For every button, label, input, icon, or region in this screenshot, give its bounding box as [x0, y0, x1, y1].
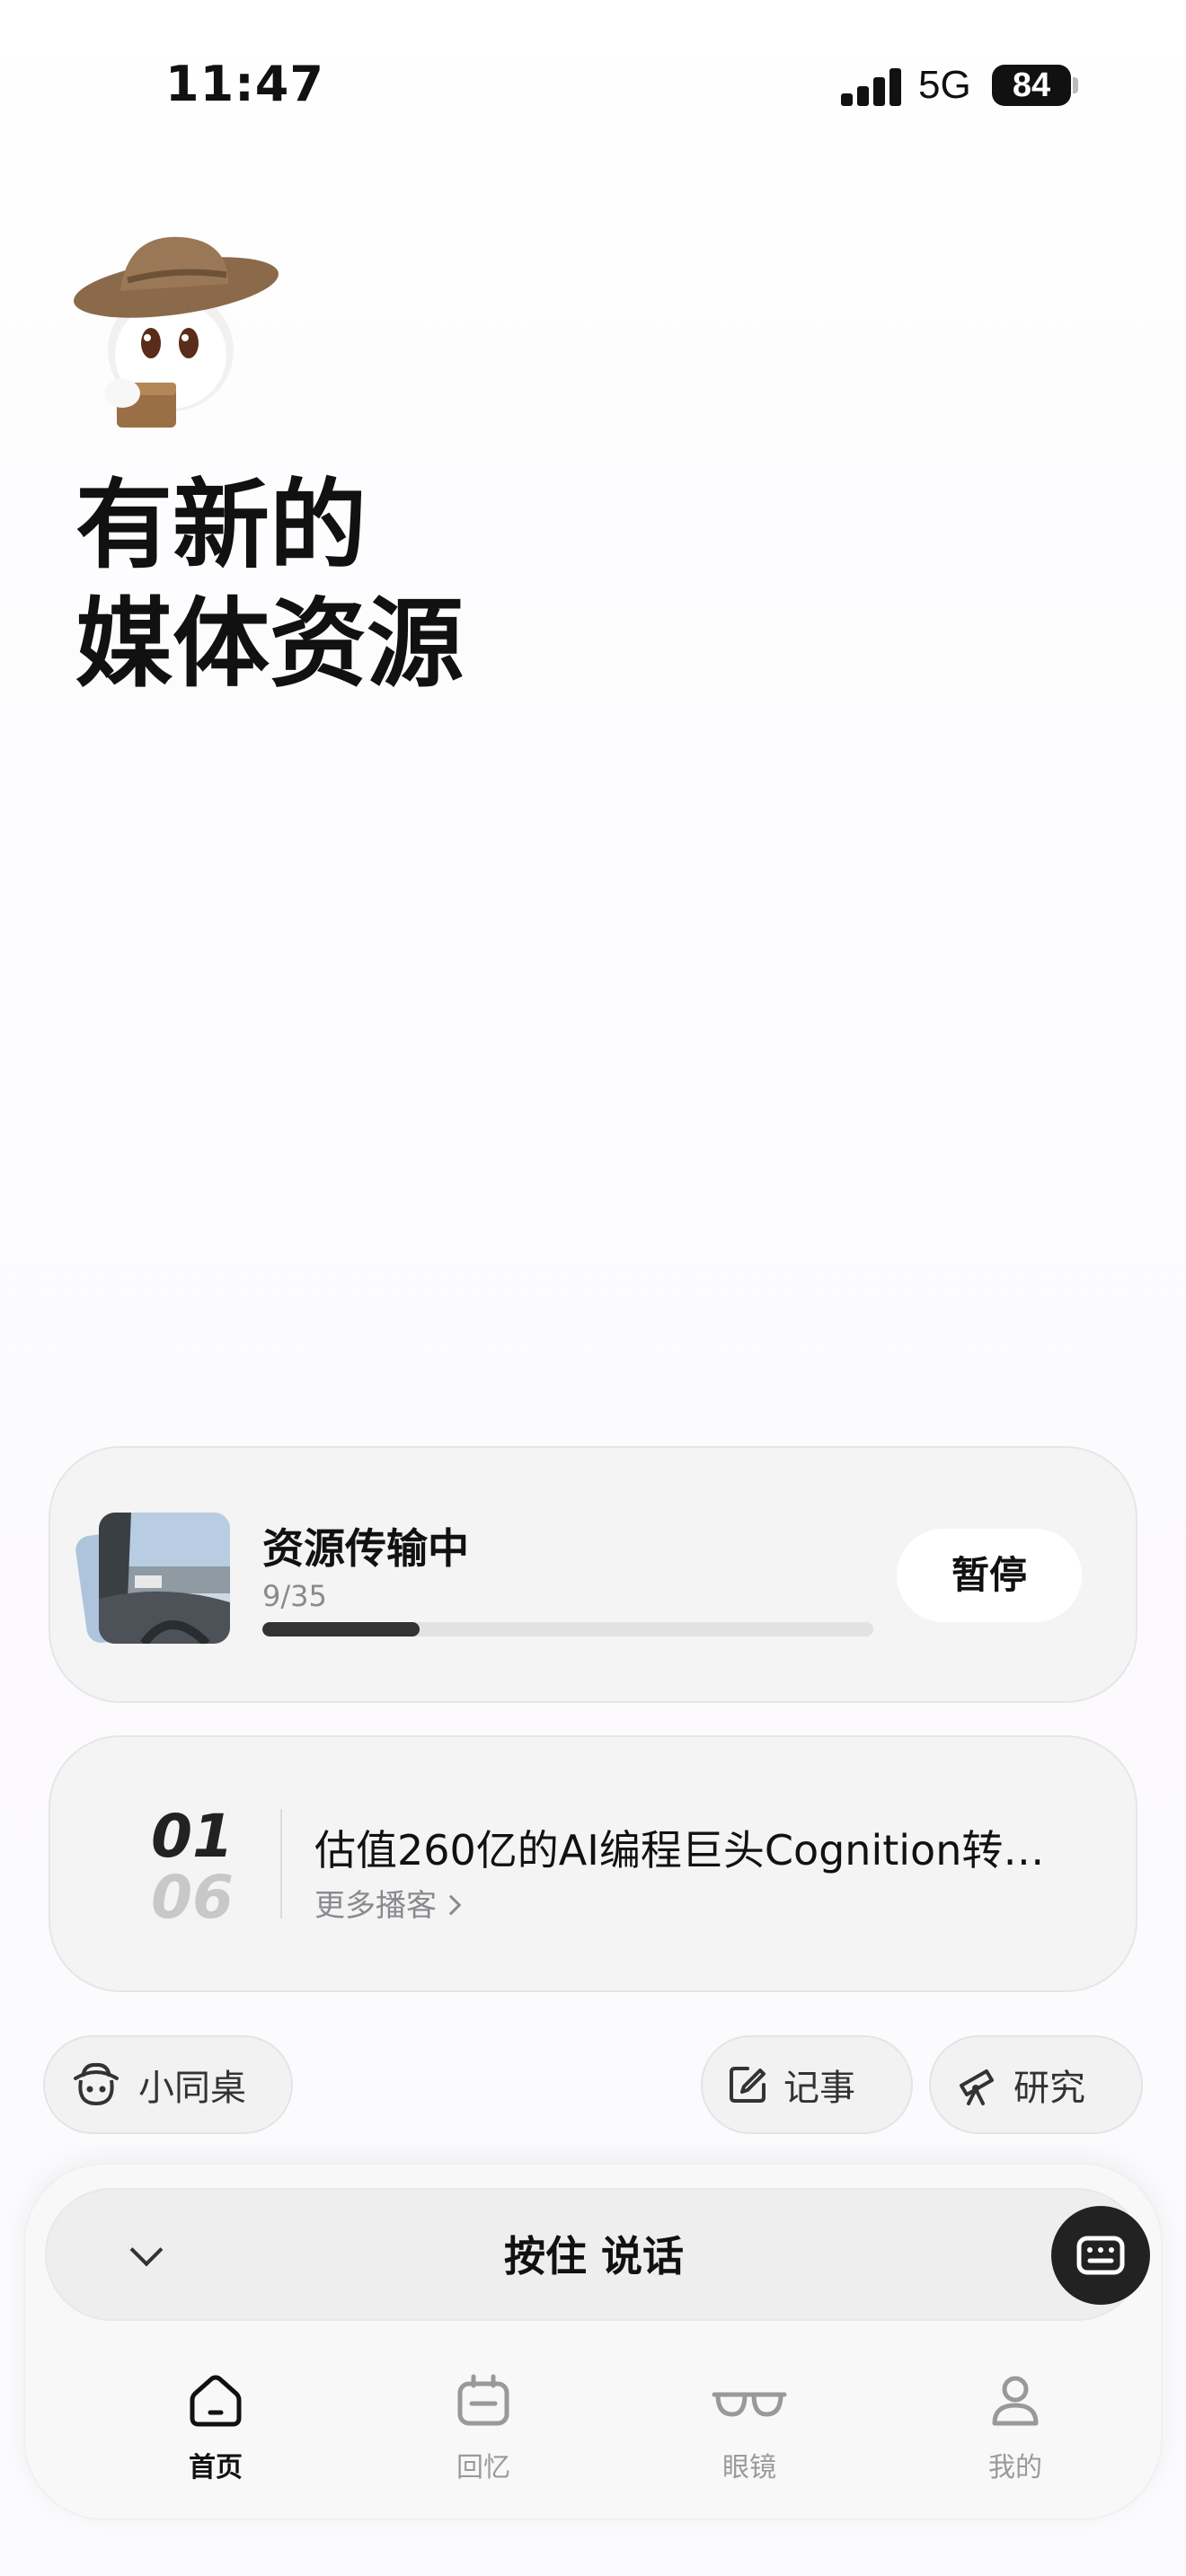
- transfer-progress-fill: [262, 1622, 420, 1636]
- signal-icon: [841, 66, 902, 106]
- podcast-title[interactable]: 估值260亿的AI编程巨头Cognition转…: [314, 1818, 1114, 1877]
- home-screen: 11:47 5G 84 有新的 媒体资源 资源传输中 9/35 暂停 01 06…: [0, 0, 1186, 2576]
- tab-memory-label: 回忆: [456, 2452, 510, 2483]
- edit-icon: [730, 2067, 766, 2103]
- transfer-count: 9/35: [262, 1579, 327, 1613]
- battery-icon: 84: [992, 65, 1071, 106]
- transfer-progress-bar: [262, 1622, 873, 1636]
- more-podcasts-link[interactable]: 更多播客: [314, 1881, 462, 1925]
- page-title: 有新的 媒体资源: [75, 467, 464, 704]
- note-label: 记事: [783, 2068, 855, 2109]
- tab-memory[interactable]: 回忆: [394, 2344, 573, 2484]
- tab-glasses[interactable]: 眼镜: [659, 2344, 839, 2484]
- tab-home[interactable]: 首页: [126, 2344, 305, 2484]
- hold-to-talk-button[interactable]: 按住 说话: [45, 2188, 1150, 2321]
- keyboard-icon: [1076, 2236, 1125, 2275]
- status-bar: 11:47 5G 84: [0, 0, 1186, 171]
- desk-mate-button[interactable]: 小同桌: [43, 2035, 293, 2134]
- bottom-panel: 按住 说话 首页 回忆 眼镜 我的: [23, 2163, 1163, 2520]
- chevron-right-icon: [440, 1894, 462, 1916]
- media-thumbnail: [99, 1513, 230, 1644]
- network-type: 5G: [918, 63, 971, 107]
- battery-tip: [1073, 77, 1078, 93]
- pause-button[interactable]: 暂停: [897, 1529, 1082, 1622]
- tab-mine[interactable]: 我的: [925, 2344, 1105, 2484]
- profile-icon: [992, 2376, 1039, 2426]
- divider: [280, 1809, 282, 1919]
- cowboy-mascot-icon[interactable]: [65, 225, 289, 449]
- headline-line-2: 媒体资源: [75, 588, 465, 701]
- glasses-icon: [712, 2392, 787, 2417]
- podcast-index-current: 01: [151, 1802, 234, 1871]
- keyboard-toggle-button[interactable]: [1051, 2206, 1150, 2305]
- tab-bar: 首页 回忆 眼镜 我的: [25, 2344, 1161, 2506]
- memory-icon: [457, 2374, 509, 2426]
- transfer-title: 资源传输中: [262, 1524, 469, 1573]
- telescope-icon: [960, 2069, 994, 2105]
- home-icon: [190, 2375, 242, 2427]
- more-podcasts-label: 更多播客: [314, 1888, 437, 1924]
- tab-glasses-label: 眼镜: [722, 2452, 776, 2483]
- tab-home-label: 首页: [189, 2452, 243, 2483]
- desk-mate-label: 小同桌: [138, 2068, 246, 2109]
- podcast-card[interactable]: 01 06 估值260亿的AI编程巨头Cognition转… 更多播客: [49, 1735, 1137, 1992]
- mascot-face-icon: [74, 2062, 119, 2106]
- tab-mine-label: 我的: [988, 2452, 1042, 2483]
- research-button[interactable]: 研究: [929, 2035, 1143, 2134]
- transfer-card[interactable]: 资源传输中 9/35 暂停: [49, 1446, 1137, 1703]
- podcast-index-total: 06: [151, 1863, 234, 1932]
- hold-to-talk-label: 按住 说话: [503, 2232, 684, 2280]
- note-button[interactable]: 记事: [701, 2035, 913, 2134]
- research-label: 研究: [1013, 2068, 1085, 2109]
- clock: 11:47: [165, 56, 324, 112]
- headline-line-1: 有新的: [75, 470, 367, 582]
